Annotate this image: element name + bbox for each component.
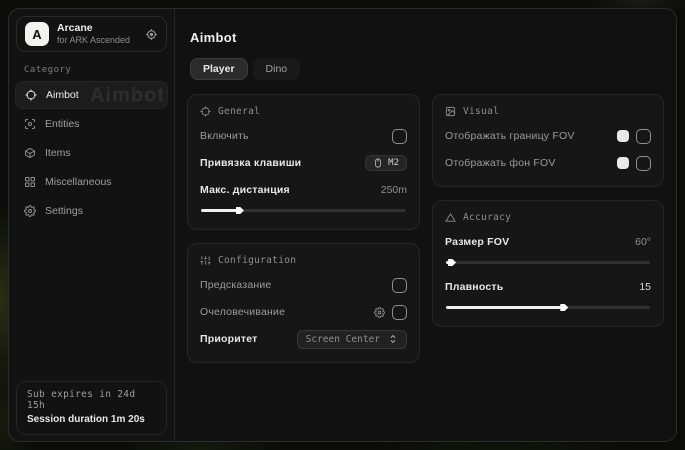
keybind-value: M2 [388,158,399,168]
slider-thumb[interactable] [236,206,244,216]
sidebar-item-aimbot[interactable]: Aimbot Aimbot [15,81,168,109]
sidebar-item-settings[interactable]: Settings [15,197,168,225]
sidebar-item-entities[interactable]: Entities [15,110,168,138]
grid-icon [24,176,36,188]
panel-title: General [218,106,260,117]
smoothness-label: Плавность [445,281,503,293]
slider-thumb[interactable] [560,303,568,313]
panel-visual: Visual Отображать границу FOV Отображать… [432,94,664,187]
sidebar-item-label: Entities [45,118,79,130]
slider-thumb[interactable] [448,258,456,268]
fov-size-value: 60° [635,236,651,248]
smoothness-slider[interactable] [446,302,650,312]
panel-configuration: Configuration Предсказание Очеловечивани… [187,243,420,363]
fov-background-color-swatch[interactable] [617,157,629,169]
sidebar-item-label: Settings [45,205,83,217]
sidebar-item-items[interactable]: Items [15,139,168,167]
sub-expires-text: Sub expires in 24d 15h [27,389,156,411]
keybind-label: Привязка клавиши [200,157,301,169]
prediction-checkbox[interactable] [392,278,407,293]
unfold-icon [388,334,398,344]
sidebar-item-watermark: Aimbot [90,85,165,108]
sidebar: A Arcane for ARK Ascended Category [9,9,175,441]
fov-border-color-swatch[interactable] [617,130,629,142]
sidebar-item-label: Aimbot [46,89,79,101]
package-icon [24,147,36,159]
panel-accuracy: Accuracy Размер FOV 60° Плавность 15 [432,200,664,327]
sidebar-item-miscellaneous[interactable]: Miscellaneous [15,168,168,196]
smoothness-value: 15 [639,281,651,293]
priority-dropdown[interactable]: Screen Center [297,330,407,349]
enable-checkbox[interactable] [392,129,407,144]
sidebar-item-label: Items [45,147,71,159]
sliders-icon [200,255,211,266]
category-label: Category [24,65,161,75]
keybind-button[interactable]: M2 [365,155,407,171]
triangle-icon [445,212,456,223]
humanization-checkbox[interactable] [392,305,407,320]
app-name: Arcane [57,22,137,35]
fov-background-label: Отображать фон FOV [445,157,556,169]
brand-card: A Arcane for ARK Ascended [16,16,167,52]
app-subtitle: for ARK Ascended [57,35,137,46]
sidebar-nav: Aimbot Aimbot Entities Items [15,81,168,225]
fov-background-checkbox[interactable] [636,156,651,171]
enable-label: Включить [200,130,249,142]
scan-person-icon [24,118,36,130]
session-duration-text: Session duration 1m 20s [27,414,156,425]
mouse-icon [373,158,383,168]
fov-border-label: Отображать границу FOV [445,130,575,142]
crosshair-icon [25,89,37,101]
tab-bar: Player Dino [190,58,664,80]
app-window: A Arcane for ARK Ascended Category [8,8,677,442]
gear-icon [24,205,36,217]
tab-player[interactable]: Player [190,58,248,80]
crosshair-icon [200,106,211,117]
prediction-label: Предсказание [200,279,271,291]
panel-title: Configuration [218,255,296,266]
max-distance-value: 250m [381,184,407,196]
panel-title: Accuracy [463,212,511,223]
app-logo: A [25,22,49,46]
tab-dino[interactable]: Dino [253,58,301,80]
fov-size-slider[interactable] [446,257,650,267]
target-icon[interactable] [145,28,158,41]
max-distance-label: Макс. дистанция [200,184,290,196]
fov-border-checkbox[interactable] [636,129,651,144]
image-icon [445,106,456,117]
page-title: Aimbot [190,30,664,45]
priority-value: Screen Center [306,334,380,345]
panel-general: General Включить Привязка клавиши [187,94,420,230]
max-distance-slider[interactable] [201,205,406,215]
humanization-label: Очеловечивание [200,306,285,318]
humanization-settings-icon[interactable] [374,307,385,318]
main-content: Aimbot Player Dino General [175,9,676,441]
fov-size-label: Размер FOV [445,236,509,248]
priority-label: Приоритет [200,333,257,345]
panel-title: Visual [463,106,499,117]
session-card: Sub expires in 24d 15h Session duration … [16,381,167,435]
sidebar-item-label: Miscellaneous [45,176,112,188]
